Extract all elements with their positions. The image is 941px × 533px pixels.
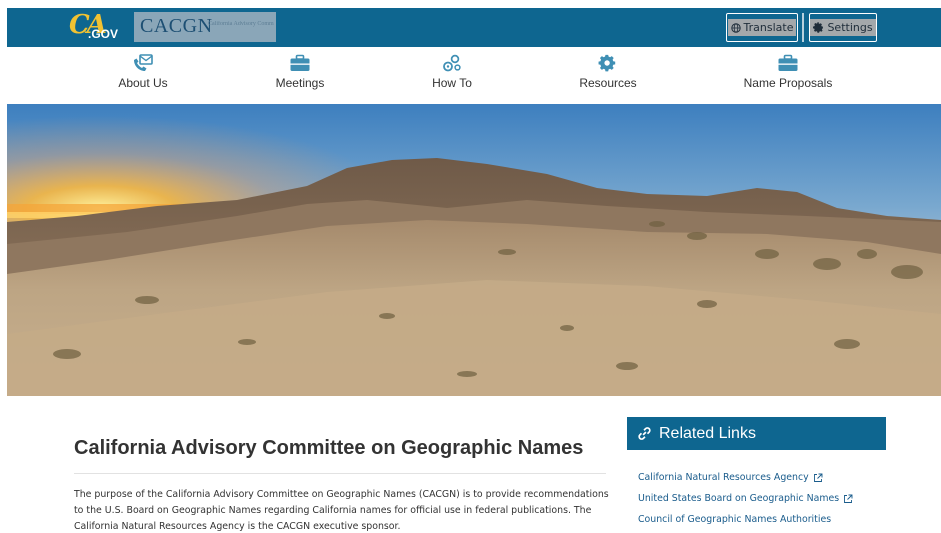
related-link-cnra[interactable]: California Natural Resources Agency — [638, 467, 886, 488]
settings-label: Settings — [827, 21, 873, 34]
contact-phone-icon — [134, 54, 153, 71]
gears-icon — [443, 54, 461, 72]
ca-gov-logo[interactable]: CA .GOV — [69, 10, 121, 43]
related-links-title: Related Links — [659, 424, 756, 442]
nav-item-about-us[interactable]: About Us — [73, 47, 213, 104]
external-link-icon — [813, 473, 823, 482]
related-link-cogna[interactable]: Council of Geographic Names Authorities — [638, 509, 886, 530]
page-title: California Advisory Committee on Geograp… — [74, 437, 584, 459]
title-divider — [74, 473, 606, 474]
cacgn-logo[interactable]: CACGN California Advisory Committee on G… — [134, 12, 276, 42]
translate-button[interactable]: Translate — [726, 13, 798, 42]
translate-label: Translate — [743, 21, 794, 34]
related-link-label: Council of Geographic Names Authorities — [638, 514, 832, 525]
cacgn-logo-acronym: CACGN — [140, 15, 213, 37]
nav-label-how-to: How To — [432, 76, 472, 90]
related-links-list: California Natural Resources Agency Unit… — [627, 450, 886, 530]
related-link-label: United States Board on Geographic Names — [638, 493, 840, 504]
gov-logo-text: .GOV — [88, 27, 119, 41]
top-bar: CA .GOV CACGN California Advisory Commit… — [7, 8, 941, 47]
nav-label-resources: Resources — [579, 76, 637, 90]
gear-icon — [813, 22, 824, 33]
nav-item-resources[interactable]: Resources — [538, 47, 678, 104]
intro-paragraph: The purpose of the California Advisory C… — [74, 489, 609, 532]
related-link-label: California Natural Resources Agency — [638, 472, 809, 483]
nav-label-name-proposals: Name Proposals — [743, 76, 833, 90]
related-link-usbgn[interactable]: United States Board on Geographic Names — [638, 488, 886, 509]
external-link-icon — [844, 494, 853, 503]
gear-icon — [598, 54, 616, 72]
settings-button[interactable]: Settings — [809, 13, 877, 42]
main-nav: About Us Meetings How To Resources Name … — [7, 47, 941, 104]
related-links-header: Related Links — [627, 417, 886, 450]
nav-label-about-us: About Us — [118, 76, 168, 90]
nav-label-meetings: Meetings — [275, 76, 325, 90]
link-icon — [638, 427, 651, 440]
nav-item-how-to[interactable]: How To — [382, 47, 522, 104]
hero-image — [7, 104, 941, 396]
briefcase-icon — [290, 54, 310, 71]
globe-icon — [730, 22, 741, 33]
briefcase-icon — [778, 54, 798, 71]
related-links-panel: Related Links California Natural Resourc… — [627, 417, 886, 533]
nav-item-name-proposals[interactable]: Name Proposals — [718, 47, 858, 104]
cacgn-logo-subtitle: California Advisory Committee on Geograp… — [208, 21, 274, 27]
header-divider — [802, 13, 804, 42]
nav-item-meetings[interactable]: Meetings — [230, 47, 370, 104]
